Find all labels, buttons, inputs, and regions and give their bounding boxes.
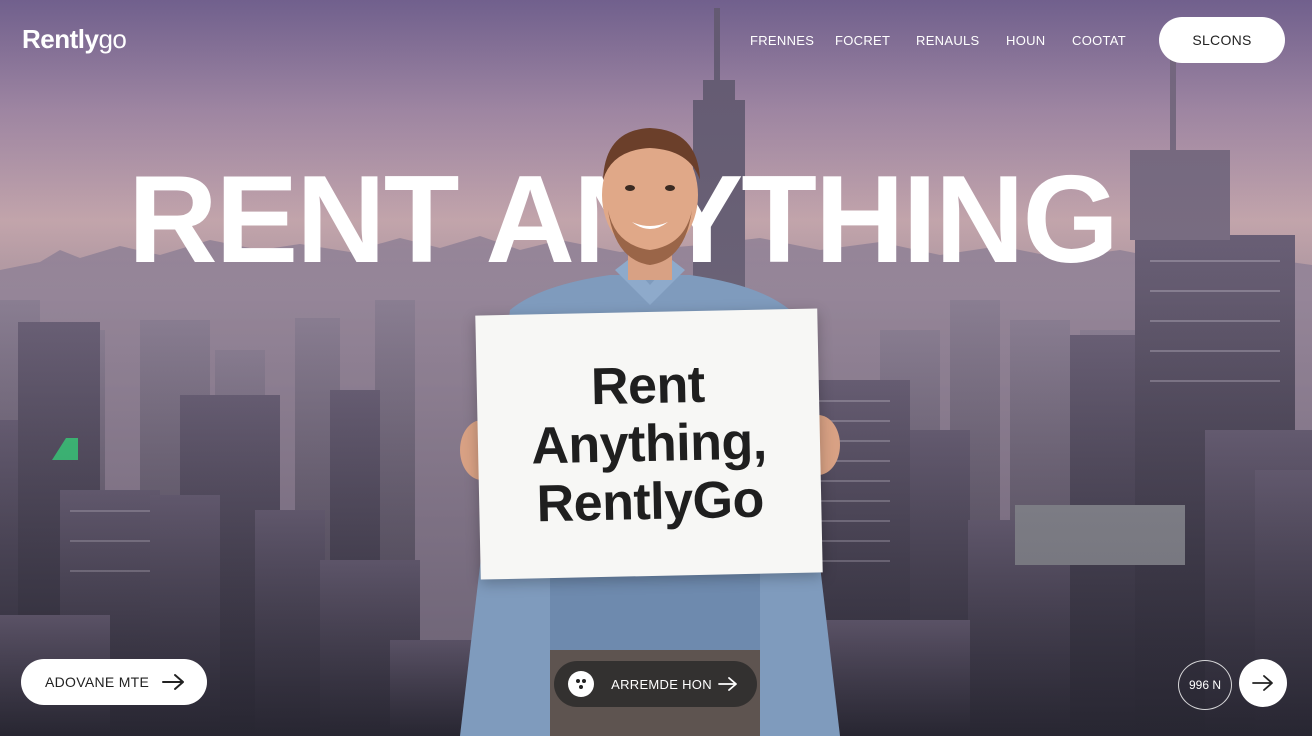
arrow-right-icon bbox=[718, 677, 737, 691]
sign-line-3: RentlyGo bbox=[536, 470, 765, 534]
nav-item-4[interactable]: HOUN bbox=[1006, 33, 1045, 48]
recommend-button[interactable]: ARREMDE HON bbox=[554, 661, 757, 707]
count-badge: 996 N bbox=[1178, 660, 1232, 710]
sign-line-1: Rent bbox=[590, 355, 706, 417]
advance-more-button[interactable]: ADOVANE MTE bbox=[21, 659, 207, 705]
logo[interactable]: Rentlygo bbox=[22, 24, 127, 55]
nav-item-1[interactable]: FRENNES bbox=[750, 33, 814, 48]
nav-item-5[interactable]: COOTAT bbox=[1072, 33, 1126, 48]
recommend-label: ARREMDE HON bbox=[611, 676, 712, 692]
dots-icon bbox=[568, 671, 594, 697]
header-cta-button[interactable]: SLCONS bbox=[1159, 17, 1285, 63]
arrow-right-icon bbox=[162, 674, 184, 690]
advance-more-label: ADOVANE MTE bbox=[45, 674, 150, 690]
arrow-right-icon bbox=[1252, 675, 1273, 691]
next-button[interactable] bbox=[1239, 659, 1287, 707]
nav-item-3[interactable]: RENAULS bbox=[916, 33, 980, 48]
nav-item-2[interactable]: FOCRET bbox=[835, 33, 890, 48]
sign-line-2: Anything, bbox=[530, 412, 768, 476]
hero-sign: Rent Anything, RentlyGo bbox=[475, 308, 823, 580]
hero-section: Rentlygo FRENNES FOCRET RENAULS HOUN COO… bbox=[0, 0, 1312, 736]
